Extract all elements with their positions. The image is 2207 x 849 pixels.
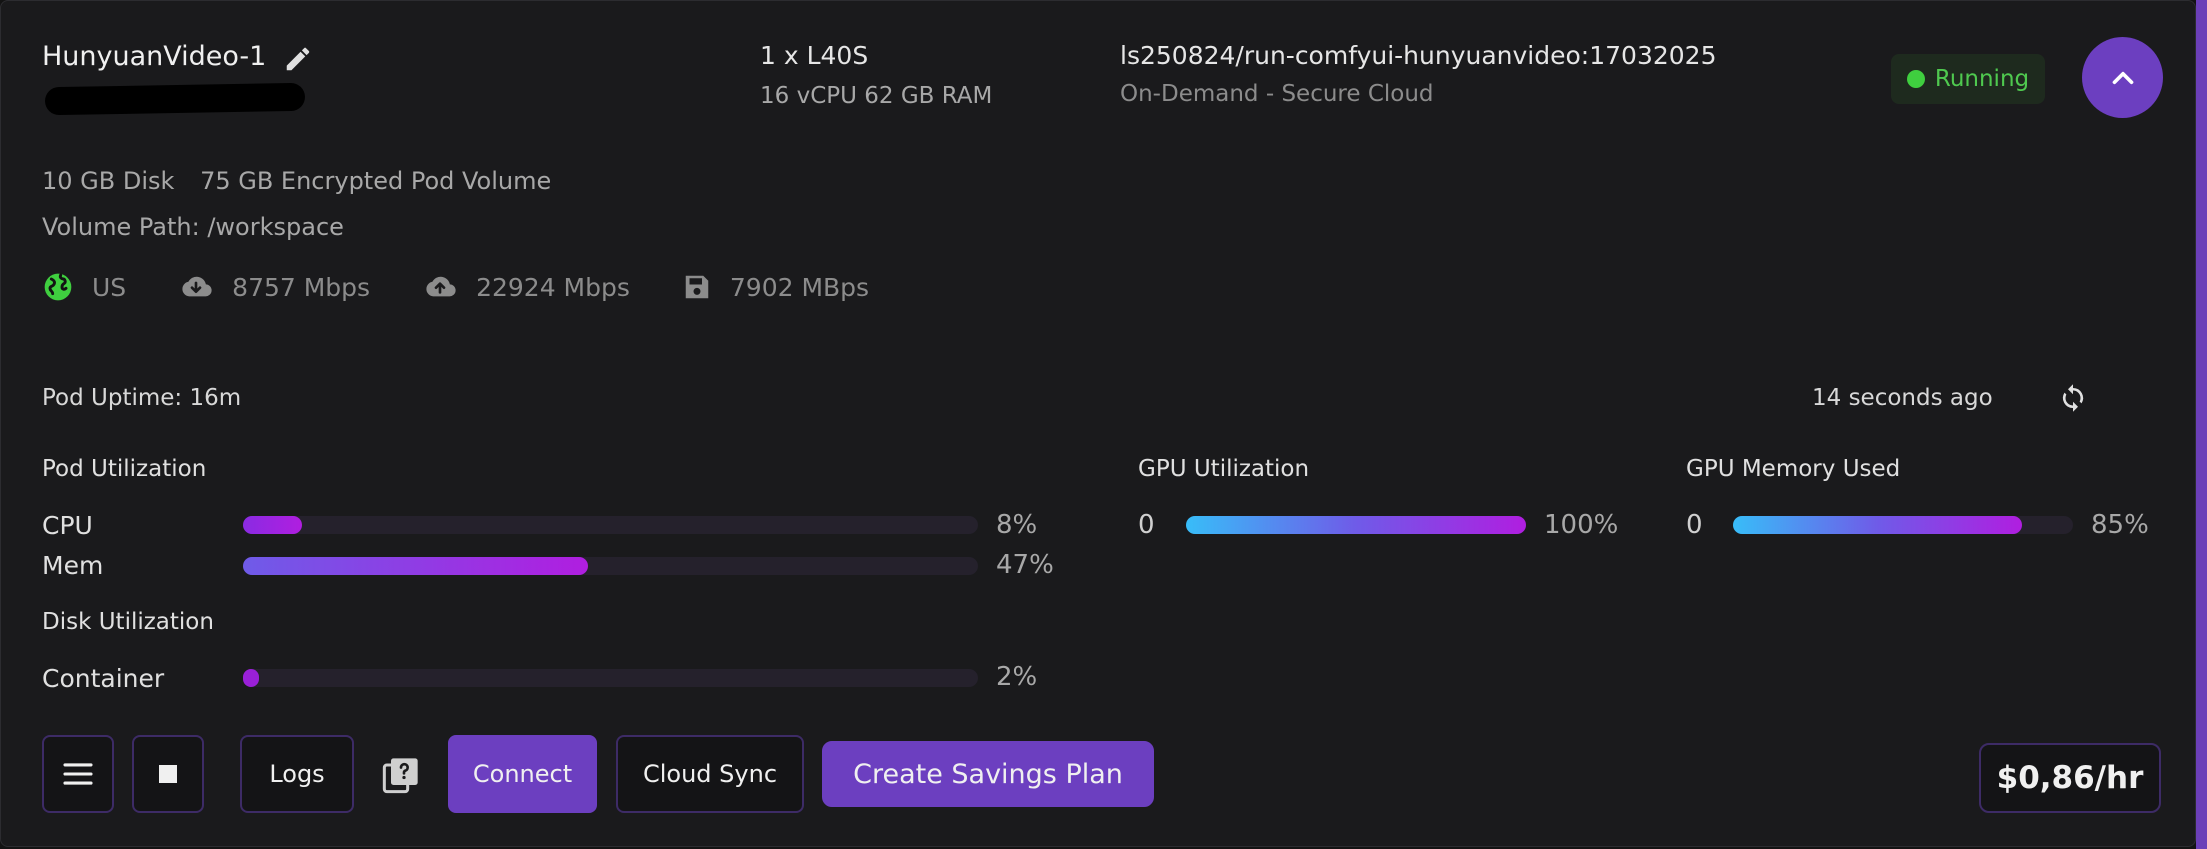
status-badge: Running — [1891, 54, 2045, 104]
gpu-memory-bar-track — [1733, 516, 2073, 534]
container-percent: 2% — [996, 662, 1038, 692]
container-bar-fill — [243, 669, 259, 687]
gpu-percent: 100% — [1544, 510, 1619, 540]
status-dot — [1906, 70, 1925, 88]
container-disk: 10 GB Disk — [42, 167, 175, 195]
gpu-memory-percent: 85% — [2091, 510, 2149, 540]
status-text: Running — [1934, 66, 2030, 92]
upload-speed: 22924 Mbps — [476, 272, 630, 302]
gpu-utilization-title: GPU Utilization — [1138, 456, 1310, 482]
pod-uptime: Pod Uptime: 16m — [42, 385, 242, 411]
gpu-bar-fill — [1186, 516, 1526, 534]
menu-button[interactable] — [42, 735, 114, 813]
gpu-memory-index: 0 — [1686, 510, 1703, 540]
gpu-type: 1 x L40S — [760, 41, 869, 70]
gpu-memory-title: GPU Memory Used — [1686, 456, 1901, 482]
cloud-sync-button[interactable]: Cloud Sync — [616, 735, 804, 813]
network-stats: US 8757 Mbps 22924 Mbps 7902 MBps — [42, 267, 869, 307]
storage-info: 10 GB Disk 75 GB Encrypted Pod Volume — [42, 167, 569, 195]
download-speed: 8757 Mbps — [232, 272, 371, 302]
cpu-label: CPU — [42, 511, 93, 540]
mem-bar-track — [243, 557, 978, 575]
gpu-bar-track — [1186, 516, 1526, 534]
volume-path: Volume Path: /workspace — [42, 213, 344, 241]
hourly-price: $0,86/hr — [1979, 743, 2161, 813]
disk-speed: 7902 MBps — [729, 272, 870, 302]
pod-name: HunyuanVideo-1 — [42, 41, 267, 72]
cloud-download-icon — [182, 276, 212, 297]
pod-card: HunyuanVideo-1 1 x L40S 16 vCPU 62 GB RA… — [0, 0, 2196, 847]
cpu-percent: 8% — [996, 510, 1038, 540]
save-disk-icon — [685, 275, 709, 299]
refresh-icon[interactable] — [2058, 381, 2088, 415]
cloud-type: On-Demand - Secure Cloud — [1120, 81, 1434, 107]
container-label: Container — [42, 664, 165, 693]
pod-specs: 16 vCPU 62 GB RAM — [760, 83, 993, 109]
stop-icon — [159, 765, 177, 783]
mem-percent: 47% — [996, 550, 1054, 580]
help-library-icon[interactable] — [381, 755, 421, 795]
chevron-up-icon — [2112, 71, 2133, 84]
edit-icon[interactable] — [283, 44, 313, 74]
cpu-bar-track — [243, 516, 978, 534]
cloud-upload-icon — [426, 276, 456, 297]
gpu-memory-bar-fill — [1733, 516, 2022, 534]
cpu-bar-fill — [243, 516, 302, 534]
container-bar-track — [243, 669, 978, 687]
mem-label: Mem — [42, 551, 104, 580]
connect-button[interactable]: Connect — [448, 735, 597, 813]
mem-bar-fill — [243, 557, 589, 575]
globe-icon — [44, 273, 72, 301]
stop-button[interactable] — [132, 735, 204, 813]
container-image: ls250824/run-comfyui-hunyuanvideo:170320… — [1120, 41, 1717, 70]
pod-utilization-title: Pod Utilization — [42, 456, 207, 482]
gpu-index: 0 — [1138, 510, 1155, 540]
create-savings-plan-button[interactable]: Create Savings Plan — [822, 741, 1154, 807]
last-updated: 14 seconds ago — [1812, 385, 1993, 411]
logs-button[interactable]: Logs — [240, 735, 354, 813]
menu-icon — [63, 763, 93, 785]
scroll-accent — [2196, 0, 2207, 849]
disk-utilization-title: Disk Utilization — [42, 609, 214, 635]
region: US — [92, 272, 127, 302]
collapse-button[interactable] — [2082, 37, 2163, 118]
redacted-id — [44, 82, 306, 116]
pod-volume: 75 GB Encrypted Pod Volume — [200, 167, 552, 195]
